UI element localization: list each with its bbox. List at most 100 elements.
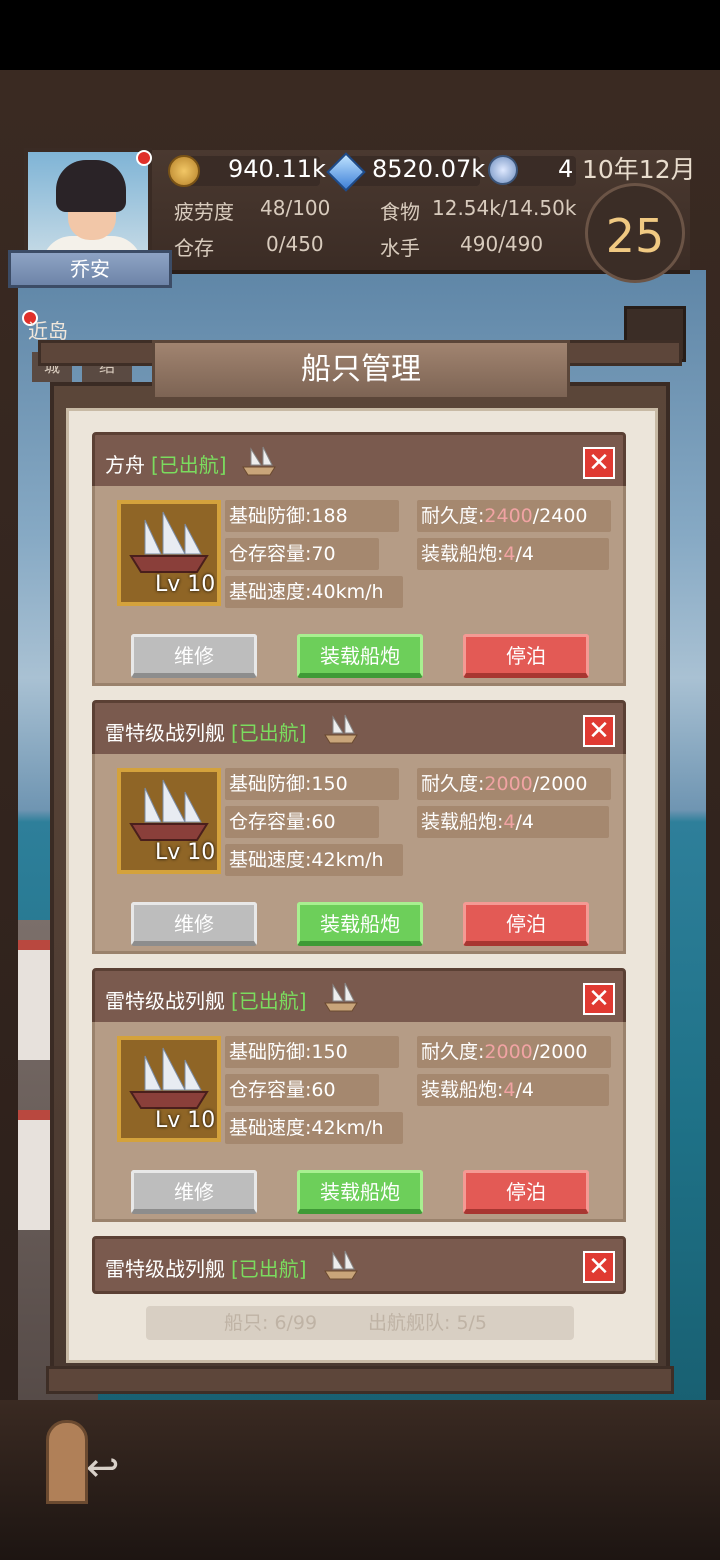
ship-level: Lv 10: [155, 840, 216, 865]
ship-portrait[interactable]: Lv 10: [117, 768, 221, 874]
ship-status: [已出航]: [231, 721, 307, 745]
capacity-value: 70: [311, 543, 336, 565]
ship-icon: [129, 779, 209, 841]
defense-label: 基础防御:: [229, 773, 312, 795]
fatigue-label: 疲劳度: [174, 200, 234, 224]
fleet-count: 出航舰队: 5/5: [368, 1312, 488, 1334]
durability-current: 2000: [484, 773, 533, 795]
cannons-label: 装载船炮:: [421, 811, 504, 833]
close-icon[interactable]: ✕: [583, 715, 615, 747]
speed-label: 基础速度:: [229, 849, 312, 871]
speed-value: 42km/h: [311, 1117, 384, 1139]
ship-count: 船只: 6/99: [224, 1312, 318, 1334]
ship-mini-icon: [242, 446, 276, 476]
defense-label: 基础防御:: [229, 1041, 312, 1063]
ship-card-header: 雷特级战列舰 [已出航] ✕: [92, 968, 626, 1026]
load-cannon-button[interactable]: 装载船炮: [297, 902, 423, 946]
ship-name-line: 方舟 [已出航]: [105, 449, 227, 478]
durability-max: /2400: [532, 505, 588, 527]
medal-icon: [488, 155, 518, 185]
stat-capacity: 仓存容量:70: [225, 538, 379, 570]
durability-max: /2000: [532, 1041, 588, 1063]
day-badge[interactable]: 25: [585, 183, 685, 283]
fatigue-value: 48/100: [260, 196, 331, 220]
defense-value: 188: [311, 505, 348, 527]
avatar-hair: [56, 160, 126, 212]
load-cannon-button[interactable]: 装载船炮: [297, 634, 423, 678]
repair-button[interactable]: 维修: [131, 902, 257, 946]
gem-value: 8520.07k: [372, 155, 486, 183]
ship-status: [已出航]: [151, 453, 227, 477]
back-arrow-icon[interactable]: ↩: [86, 1446, 138, 1490]
cannons-current: 4: [503, 543, 516, 565]
speed-value: 40km/h: [311, 581, 384, 603]
door-icon[interactable]: [46, 1420, 88, 1504]
stat-durability: 耐久度:2000/2000: [417, 1036, 611, 1068]
food-value: 12.54k/14.50k: [432, 196, 577, 220]
cannons-max: /4: [515, 1079, 535, 1101]
notification-dot: [136, 150, 152, 166]
ship-name-line: 雷特级战列舰 [已出航]: [105, 717, 307, 746]
stat-durability: 耐久度:2000/2000: [417, 768, 611, 800]
repair-button[interactable]: 维修: [131, 634, 257, 678]
player-name: 乔安: [8, 250, 172, 288]
sailors-value: 490/490: [460, 232, 544, 256]
durability-label: 耐久度:: [421, 1041, 485, 1063]
ship-name-line: 雷特级战列舰 [已出航]: [105, 985, 307, 1014]
speed-value: 42km/h: [311, 849, 384, 871]
gold-coin-icon: [168, 155, 200, 187]
ship-card-header: 雷特级战列舰 [已出航] ✕: [92, 700, 626, 758]
capacity-label: 仓存容量:: [229, 1079, 312, 1101]
capacity-value: 60: [311, 1079, 336, 1101]
ship-card-header: 雷特级战列舰 [已出航] ✕: [92, 1236, 626, 1294]
ship-card: 雷特级战列舰 [已出航] ✕: [92, 1236, 626, 1294]
ship-name: 雷特级战列舰: [105, 721, 225, 745]
ship-mini-icon: [324, 1250, 358, 1280]
ship-icon: [129, 1047, 209, 1109]
cannons-current: 4: [503, 811, 516, 833]
ship-card-body: Lv 10 基础防御:150 仓存容量:60 基础速度:42km/h 耐久度:2…: [92, 754, 626, 954]
ship-icon: [129, 511, 209, 573]
ship-status: [已出航]: [231, 989, 307, 1013]
cannons-label: 装载船炮:: [421, 1079, 504, 1101]
capacity-label: 仓存容量:: [229, 811, 312, 833]
gold-value: 940.11k: [228, 155, 326, 183]
medal-value: 4: [558, 155, 574, 183]
defense-value: 150: [311, 773, 348, 795]
ship-name: 雷特级战列舰: [105, 1257, 225, 1281]
panel-title: 船只管理: [152, 340, 570, 400]
close-icon[interactable]: ✕: [583, 1251, 615, 1283]
sailors-label: 水手: [380, 236, 420, 260]
ship-portrait[interactable]: Lv 10: [117, 500, 221, 606]
ship-portrait[interactable]: Lv 10: [117, 1036, 221, 1142]
stat-capacity: 仓存容量:60: [225, 1074, 379, 1106]
close-icon[interactable]: ✕: [583, 447, 615, 479]
dock-button[interactable]: 停泊: [463, 1170, 589, 1214]
ship-name: 雷特级战列舰: [105, 989, 225, 1013]
ship-status: [已出航]: [231, 1257, 307, 1281]
player-avatar[interactable]: [24, 148, 152, 263]
ship-name: 方舟: [105, 453, 145, 477]
dock-button[interactable]: 停泊: [463, 634, 589, 678]
ship-card: 方舟 [已出航] ✕ Lv 10 基础防御:188 仓存容量:70 基础速度:40…: [92, 432, 626, 686]
load-cannon-button[interactable]: 装载船炮: [297, 1170, 423, 1214]
capacity-label: 仓存容量:: [229, 543, 312, 565]
game-date: 10年12月: [582, 155, 696, 184]
cannons-label: 装载船炮:: [421, 543, 504, 565]
durability-label: 耐久度:: [421, 773, 485, 795]
stat-speed: 基础速度:40km/h: [225, 576, 403, 608]
ship-mini-icon: [324, 982, 358, 1012]
close-icon[interactable]: ✕: [583, 983, 615, 1015]
capacity-value: 60: [311, 811, 336, 833]
durability-current: 2400: [484, 505, 533, 527]
stat-speed: 基础速度:42km/h: [225, 1112, 403, 1144]
durability-max: /2000: [532, 773, 588, 795]
dock-button[interactable]: 停泊: [463, 902, 589, 946]
stat-cannons: 装载船炮:4/4: [417, 1074, 609, 1106]
cannons-current: 4: [503, 1079, 516, 1101]
repair-button[interactable]: 维修: [131, 1170, 257, 1214]
fleet-summary: 船只: 6/99 出航舰队: 5/5: [146, 1306, 574, 1340]
stat-defense: 基础防御:150: [225, 1036, 399, 1068]
ship-card: 雷特级战列舰 [已出航] ✕ Lv 10 基础防御:150 仓存容量:60 基础速…: [92, 968, 626, 1222]
durability-current: 2000: [484, 1041, 533, 1063]
